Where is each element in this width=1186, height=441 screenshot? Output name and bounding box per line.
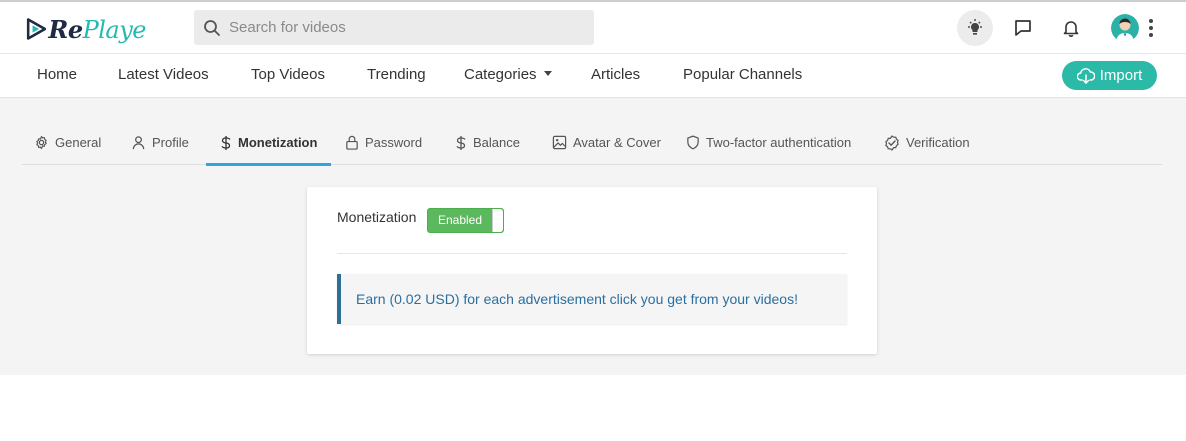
chat-icon (1015, 20, 1031, 36)
tab-password-label: Password (365, 135, 423, 150)
tab-avatar-cover[interactable]: Avatar & Cover (552, 120, 661, 165)
monetization-card: Monetization Enabled Earn (0.02 USD) for… (307, 187, 877, 354)
nav-trending[interactable]: Trending (367, 66, 426, 83)
tab-password[interactable]: Password (345, 120, 422, 165)
lock-icon (346, 135, 358, 150)
theme-toggle-button[interactable] (957, 10, 993, 46)
nav-home[interactable]: Home (37, 66, 77, 83)
kebab-dot (1149, 26, 1153, 30)
lightbulb-icon (968, 19, 982, 35)
monetization-toggle[interactable]: Enabled (427, 208, 504, 233)
bell-icon (1063, 21, 1079, 37)
toggle-knob (492, 209, 503, 232)
nav-latest-videos[interactable]: Latest Videos (118, 66, 209, 83)
tab-monetization-label: Monetization (238, 135, 318, 150)
caret-down-icon (543, 71, 552, 76)
dollar-icon (221, 135, 231, 150)
top-header: RePlaye (0, 2, 1186, 54)
shield-icon (687, 135, 699, 150)
kebab-dot (1149, 19, 1153, 23)
logo-text-re: Re (48, 14, 83, 44)
tab-profile[interactable]: Profile (131, 120, 189, 165)
settings-tabs: General Profile Monetization Password Ba… (22, 120, 1162, 166)
nav-categories-label: Categories (464, 66, 537, 83)
site-logo[interactable]: RePlaye (26, 11, 147, 47)
tab-two-factor-label: Two-factor authentication (706, 135, 852, 150)
divider (337, 253, 847, 254)
info-alert: Earn (0.02 USD) for each advertisement c… (337, 274, 847, 324)
verified-badge-icon (885, 134, 899, 151)
import-button-label: Import (1099, 67, 1143, 84)
tab-two-factor[interactable]: Two-factor authentication (686, 120, 851, 165)
user-icon (132, 136, 145, 150)
nav-top-videos[interactable]: Top Videos (251, 66, 325, 83)
gear-icon (36, 135, 47, 150)
image-icon (552, 135, 567, 150)
notifications-button[interactable] (1053, 10, 1089, 46)
tab-profile-label: Profile (152, 135, 189, 150)
user-avatar[interactable] (1111, 14, 1139, 42)
nav-categories[interactable]: Categories (464, 66, 552, 83)
play-logo-icon (26, 18, 47, 40)
logo-text-playe: Playe (82, 15, 147, 44)
monetization-toggle-label: Enabled (437, 213, 483, 227)
search-bar[interactable] (194, 10, 594, 45)
info-alert-text: Earn (0.02 USD) for each advertisement c… (356, 291, 798, 307)
nav-popular-channels[interactable]: Popular Channels (683, 66, 802, 83)
settings-area: General Profile Monetization Password Ba… (0, 98, 1186, 375)
cloud-download-icon (1076, 67, 1095, 84)
kebab-dot (1149, 33, 1153, 37)
tab-verification-label: Verification (906, 135, 970, 150)
logo-text: RePlaye (48, 15, 146, 44)
tab-verification[interactable]: Verification (884, 120, 970, 165)
search-input[interactable] (229, 19, 569, 36)
tab-avatar-cover-label: Avatar & Cover (573, 135, 661, 150)
dollar-icon (456, 135, 466, 150)
messages-button[interactable] (1005, 10, 1041, 46)
tab-general[interactable]: General (34, 120, 101, 165)
tab-balance[interactable]: Balance (455, 120, 520, 165)
nav-articles[interactable]: Articles (591, 66, 640, 83)
search-icon (204, 19, 220, 36)
monetization-label: Monetization (337, 209, 417, 225)
tab-balance-label: Balance (473, 135, 520, 150)
tab-monetization[interactable]: Monetization (206, 120, 332, 166)
tab-general-label: General (55, 135, 102, 150)
import-button[interactable]: Import (1062, 61, 1157, 90)
more-menu-button[interactable] (1143, 16, 1159, 40)
user-avatar-image (1111, 14, 1139, 42)
main-nav: Home Latest Videos Top Videos Trending C… (0, 54, 1186, 98)
